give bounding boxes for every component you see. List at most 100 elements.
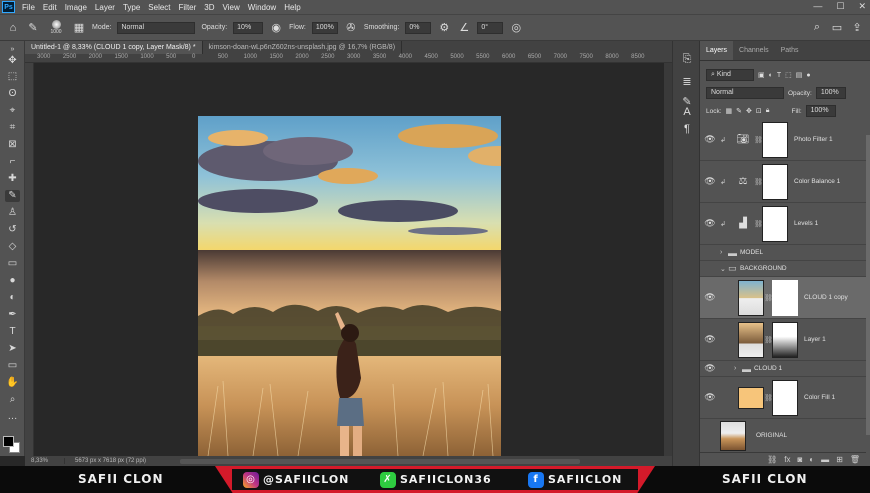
- group-cloud-1[interactable]: 👁︎ › ▬ CLOUD 1: [700, 361, 866, 377]
- lock-position-icon[interactable]: ✥: [746, 107, 752, 115]
- blur-tool-icon[interactable]: ●: [5, 275, 20, 287]
- foreground-color-swatch[interactable]: [3, 436, 14, 447]
- tab-channels[interactable]: Channels: [733, 41, 775, 60]
- more-tools-icon[interactable]: …: [5, 411, 20, 423]
- menu-select[interactable]: Select: [144, 3, 174, 12]
- fill-color-thumbnail[interactable]: [738, 386, 764, 409]
- history-brush-tool-icon[interactable]: ↺: [5, 224, 20, 236]
- expand-arrow-icon[interactable]: ›: [734, 365, 742, 372]
- smoothing-field[interactable]: 0%: [405, 21, 432, 34]
- crop-tool-icon[interactable]: ⌗: [5, 122, 20, 134]
- link-icon[interactable]: ⛓︎: [754, 178, 763, 186]
- link-icon[interactable]: ⛓︎: [764, 336, 773, 344]
- new-group-icon[interactable]: ▬: [821, 455, 829, 464]
- frame-tool-icon[interactable]: ⊠: [5, 139, 20, 151]
- collapse-arrow-icon[interactable]: ⌄: [720, 265, 728, 273]
- eraser-tool-icon[interactable]: ◇: [5, 241, 20, 253]
- search-icon[interactable]: ⌕: [810, 21, 824, 34]
- airbrush-icon[interactable]: ✇: [344, 21, 358, 34]
- visibility-eye-icon[interactable]: 👁︎: [700, 134, 720, 145]
- clone-stamp-tool-icon[interactable]: ♙: [5, 207, 20, 219]
- brush-settings-icon[interactable]: ▦: [72, 21, 86, 34]
- move-tool-icon[interactable]: ✥: [5, 55, 20, 67]
- visibility-eye-icon[interactable]: 👁︎: [700, 363, 720, 374]
- menu-file[interactable]: File: [18, 3, 39, 12]
- path-select-tool-icon[interactable]: ➤: [5, 343, 20, 355]
- layer-mask-thumbnail[interactable]: [772, 379, 798, 416]
- brush-tool-icon-active[interactable]: ✎: [5, 190, 20, 202]
- menu-type[interactable]: Type: [119, 3, 144, 12]
- layer-mask-thumbnail[interactable]: [772, 279, 798, 316]
- link-layers-icon[interactable]: ⛓︎: [767, 455, 777, 464]
- menu-3d[interactable]: 3D: [200, 3, 218, 12]
- menu-view[interactable]: View: [219, 3, 244, 12]
- zoom-tool-icon[interactable]: ⌕: [5, 394, 20, 406]
- horizontal-scrollbar[interactable]: [180, 459, 580, 464]
- flow-field[interactable]: 100%: [311, 21, 338, 34]
- history-panel-icon[interactable]: ⎘: [679, 53, 695, 67]
- lock-transparent-icon[interactable]: ▦: [726, 107, 733, 115]
- angle-field[interactable]: 0°: [477, 21, 504, 34]
- adjustment-filter-icon[interactable]: ◐: [769, 72, 773, 79]
- eyedropper-tool-icon[interactable]: ⌐: [5, 156, 20, 168]
- delete-layer-icon[interactable]: 🗑︎: [850, 455, 860, 464]
- visibility-eye-icon[interactable]: 👁︎: [700, 292, 720, 303]
- photoshop-logo-icon[interactable]: Ps: [2, 1, 15, 13]
- menu-edit[interactable]: Edit: [39, 3, 61, 12]
- smoothing-options-icon[interactable]: ⚙: [437, 21, 451, 34]
- new-layer-icon[interactable]: ⊞: [836, 455, 843, 464]
- kind-filter-select[interactable]: ⌕ Kind: [706, 69, 754, 81]
- layer-mask-thumbnail[interactable]: [762, 121, 788, 158]
- layer-levels-1[interactable]: 👁︎ ↲ ▟ ⛓︎ Levels 1: [700, 203, 866, 245]
- visibility-eye-icon[interactable]: 👁︎: [700, 392, 720, 403]
- properties-panel-icon[interactable]: ≣: [679, 75, 695, 89]
- visibility-eye-icon[interactable]: 👁︎: [700, 176, 720, 187]
- hand-tool-icon[interactable]: ✋: [5, 377, 20, 389]
- expand-arrow-icon[interactable]: ›: [720, 249, 728, 256]
- layer-thumbnail[interactable]: [738, 321, 764, 358]
- fill-field[interactable]: 100%: [805, 105, 836, 117]
- marquee-tool-icon[interactable]: ⬚: [5, 71, 20, 83]
- group-model[interactable]: › ▬ MODEL: [700, 245, 866, 261]
- pressure-opacity-icon[interactable]: ◉: [269, 21, 283, 34]
- visibility-eye-icon[interactable]: 👁︎: [700, 334, 720, 345]
- menu-layer[interactable]: Layer: [91, 3, 119, 12]
- menu-help[interactable]: Help: [280, 3, 304, 12]
- add-mask-icon[interactable]: ◙: [797, 455, 802, 464]
- quick-select-tool-icon[interactable]: ⌖: [5, 105, 20, 117]
- type-filter-icon[interactable]: T: [777, 72, 781, 79]
- layer-thumbnail[interactable]: [720, 420, 746, 451]
- character-panel-icon[interactable]: A: [679, 106, 695, 120]
- filter-toggle-icon[interactable]: ●: [806, 72, 810, 79]
- zoom-level[interactable]: 8,33%: [25, 458, 65, 464]
- layer-style-icon[interactable]: fx: [784, 455, 790, 464]
- pixel-filter-icon[interactable]: ▣: [758, 71, 765, 79]
- brush-tool-icon[interactable]: ✎: [26, 21, 40, 34]
- shape-filter-icon[interactable]: ⬚: [785, 71, 792, 79]
- opacity-field[interactable]: 10%: [233, 21, 264, 34]
- layers-scrollbar[interactable]: [866, 135, 870, 435]
- visibility-eye-icon[interactable]: 👁︎: [700, 218, 720, 229]
- lasso-tool-icon[interactable]: ʘ: [5, 88, 20, 100]
- document-canvas-image[interactable]: [198, 116, 501, 456]
- smart-filter-icon[interactable]: ▤: [796, 71, 803, 79]
- blend-mode-select[interactable]: Normal: [706, 87, 784, 99]
- workspace-icon[interactable]: ▭: [830, 21, 844, 34]
- dodge-tool-icon[interactable]: ◐: [5, 292, 20, 304]
- paragraph-panel-icon[interactable]: ¶: [679, 123, 695, 137]
- layer-mask-thumbnail[interactable]: [762, 163, 788, 200]
- home-icon[interactable]: ⌂: [6, 22, 20, 34]
- layer-layer-1[interactable]: 👁︎ ⛓︎ Layer 1: [700, 319, 866, 361]
- maximize-icon[interactable]: ☐: [836, 1, 844, 12]
- tab-untitled-1[interactable]: Untitled-1 @ 8,33% (CLOUD 1 copy, Layer …: [25, 41, 203, 54]
- lock-artboard-icon[interactable]: ⊡: [756, 107, 762, 115]
- tab-layers[interactable]: Layers: [700, 41, 734, 60]
- menu-image[interactable]: Image: [61, 3, 91, 12]
- healing-tool-icon[interactable]: ✚: [5, 173, 20, 185]
- layer-photo-filter-1[interactable]: 👁︎ ↲ 📷︎ ⛓︎ Photo Filter 1: [700, 119, 866, 161]
- menu-window[interactable]: Window: [244, 3, 280, 12]
- tab-kimson-doan[interactable]: kimson-doan-wLp6nZ602ns-unsplash.jpg @ 1…: [203, 41, 403, 54]
- vertical-scrollbar[interactable]: [664, 63, 672, 456]
- share-icon[interactable]: ⇪: [850, 21, 864, 34]
- layer-color-balance-1[interactable]: 👁︎ ↲ ⚖ ⛓︎ Color Balance 1: [700, 161, 866, 203]
